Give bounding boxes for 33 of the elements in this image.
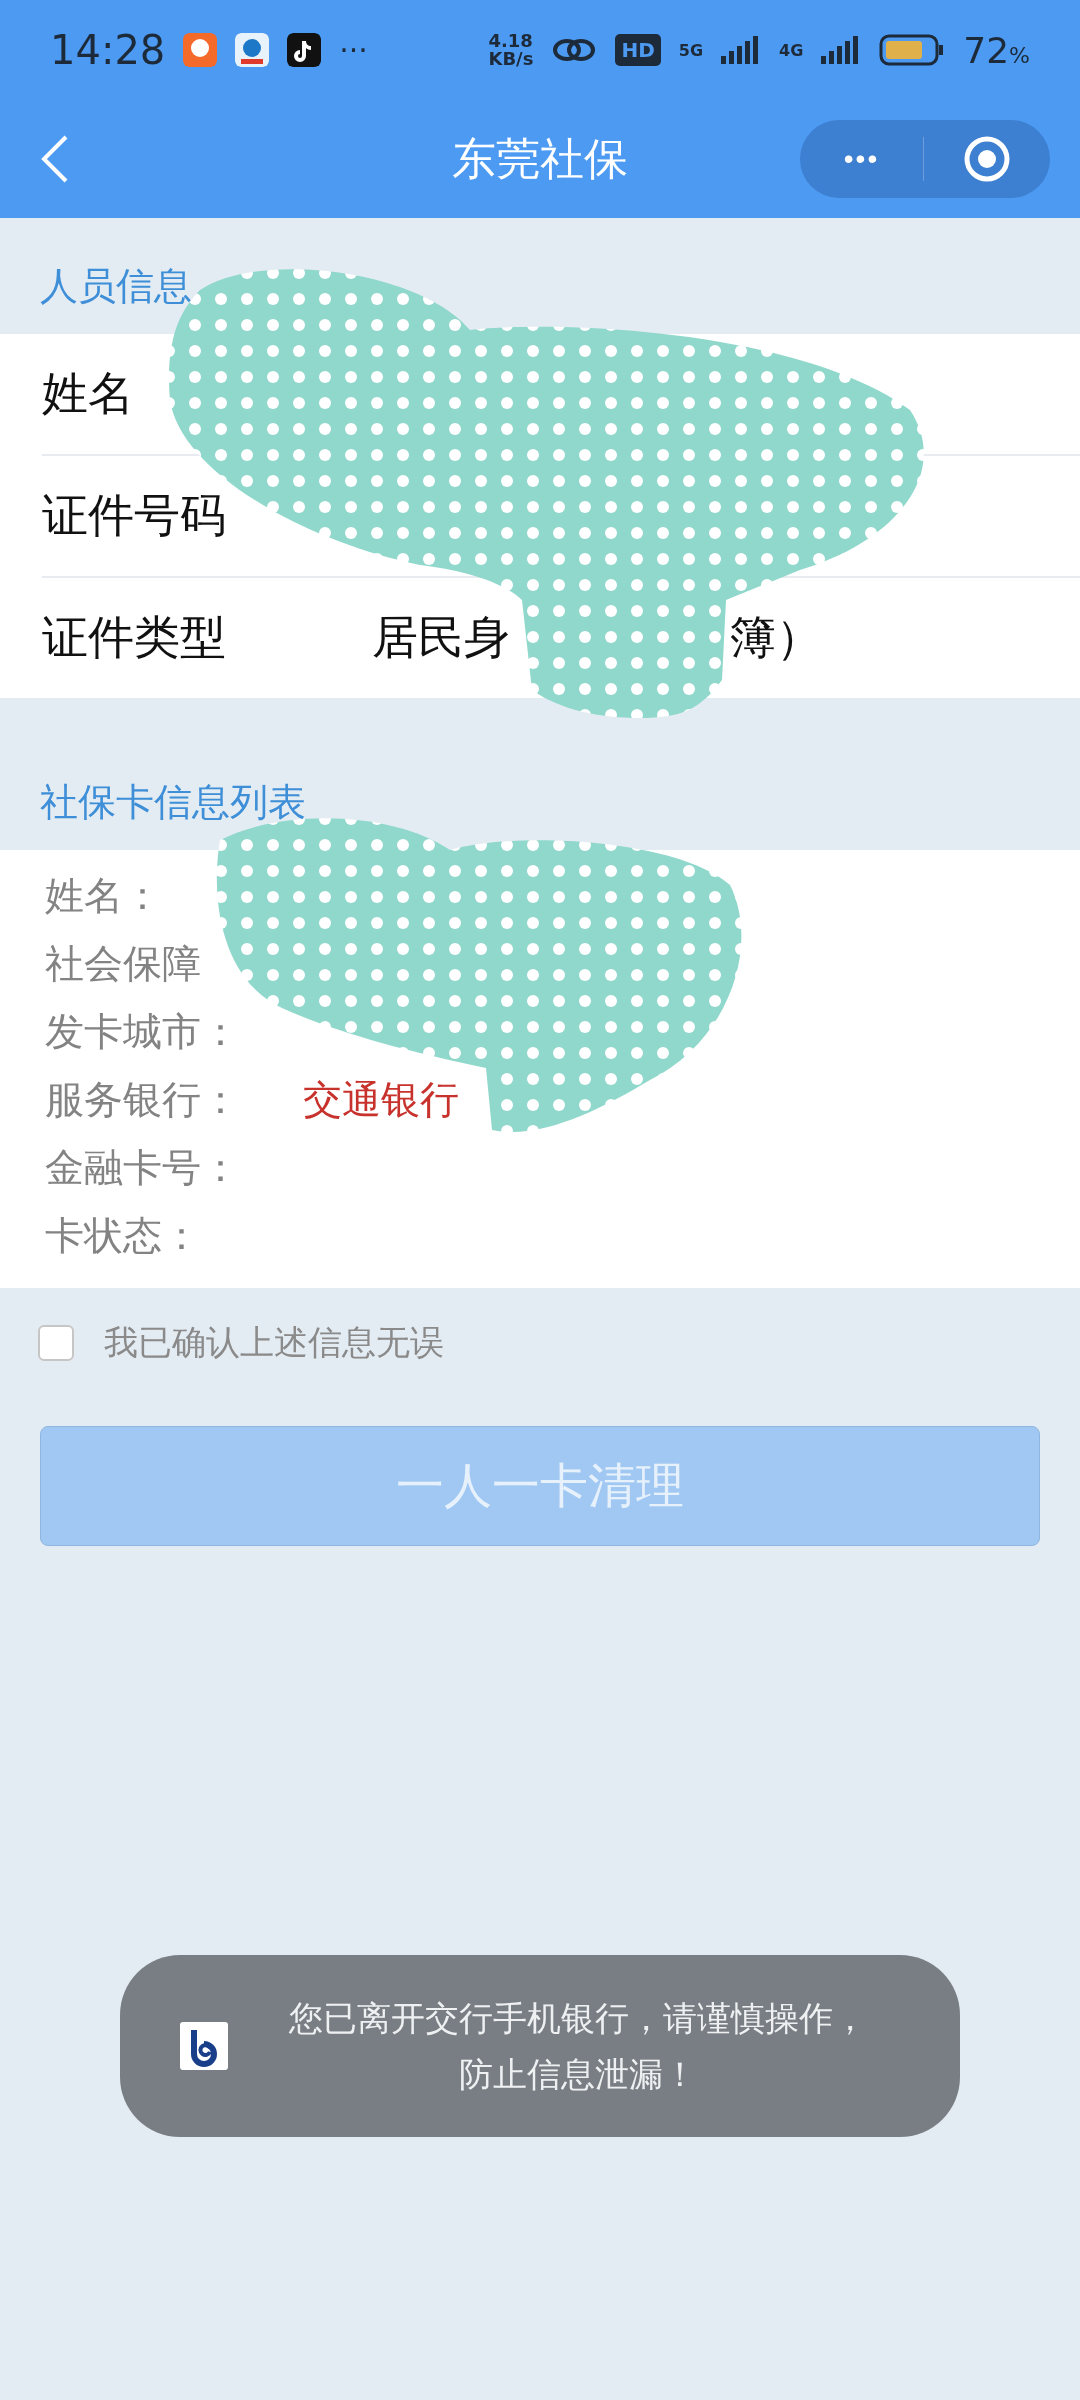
battery-percent: 72% xyxy=(963,29,1030,71)
hd-badge: HD xyxy=(615,34,661,66)
page-title: 东莞社保 xyxy=(452,131,628,186)
info-label: 金融卡号： xyxy=(45,1144,241,1192)
section-header: 人员信息 xyxy=(40,263,192,310)
info-label: 社会保障 xyxy=(45,940,202,988)
signal-icon xyxy=(721,36,761,64)
network-label: 5G xyxy=(678,40,703,60)
network-label: 4G xyxy=(779,40,804,60)
bank-logo-icon xyxy=(180,2022,228,2070)
confirm-checkbox[interactable] xyxy=(38,1325,74,1361)
field-label: 证件类型 xyxy=(42,609,227,666)
battery-icon xyxy=(879,34,946,66)
field-value: 簿） xyxy=(730,609,822,666)
info-label: 发卡城市： xyxy=(45,1008,241,1056)
info-label: 姓名： xyxy=(45,872,163,920)
info-value: 交通银行 xyxy=(303,1076,459,1124)
back-icon[interactable] xyxy=(40,134,70,184)
field-label: 姓名 xyxy=(42,365,135,422)
more-notifications: ··· xyxy=(339,32,368,68)
confirm-label: 我已确认上述信息无误 xyxy=(104,1321,444,1364)
field-label: 证件号码 xyxy=(42,487,227,544)
info-label: 卡状态： xyxy=(45,1212,202,1260)
more-button[interactable]: ••• xyxy=(800,142,923,176)
status-time: 14:28 xyxy=(50,27,166,73)
toast-message: 您已离开交行手机银行，请谨慎操作，防止信息泄漏！ xyxy=(288,1997,868,2096)
field-value: 居民身 xyxy=(372,609,510,666)
info-label: 服务银行： xyxy=(45,1076,241,1124)
app-notification-icon xyxy=(183,33,218,67)
app-notification-icon xyxy=(235,33,270,67)
network-speed: 4.18 KB/s xyxy=(488,32,534,68)
section-header: 社保卡信息列表 xyxy=(40,779,306,826)
app-notification-icon xyxy=(287,33,322,67)
